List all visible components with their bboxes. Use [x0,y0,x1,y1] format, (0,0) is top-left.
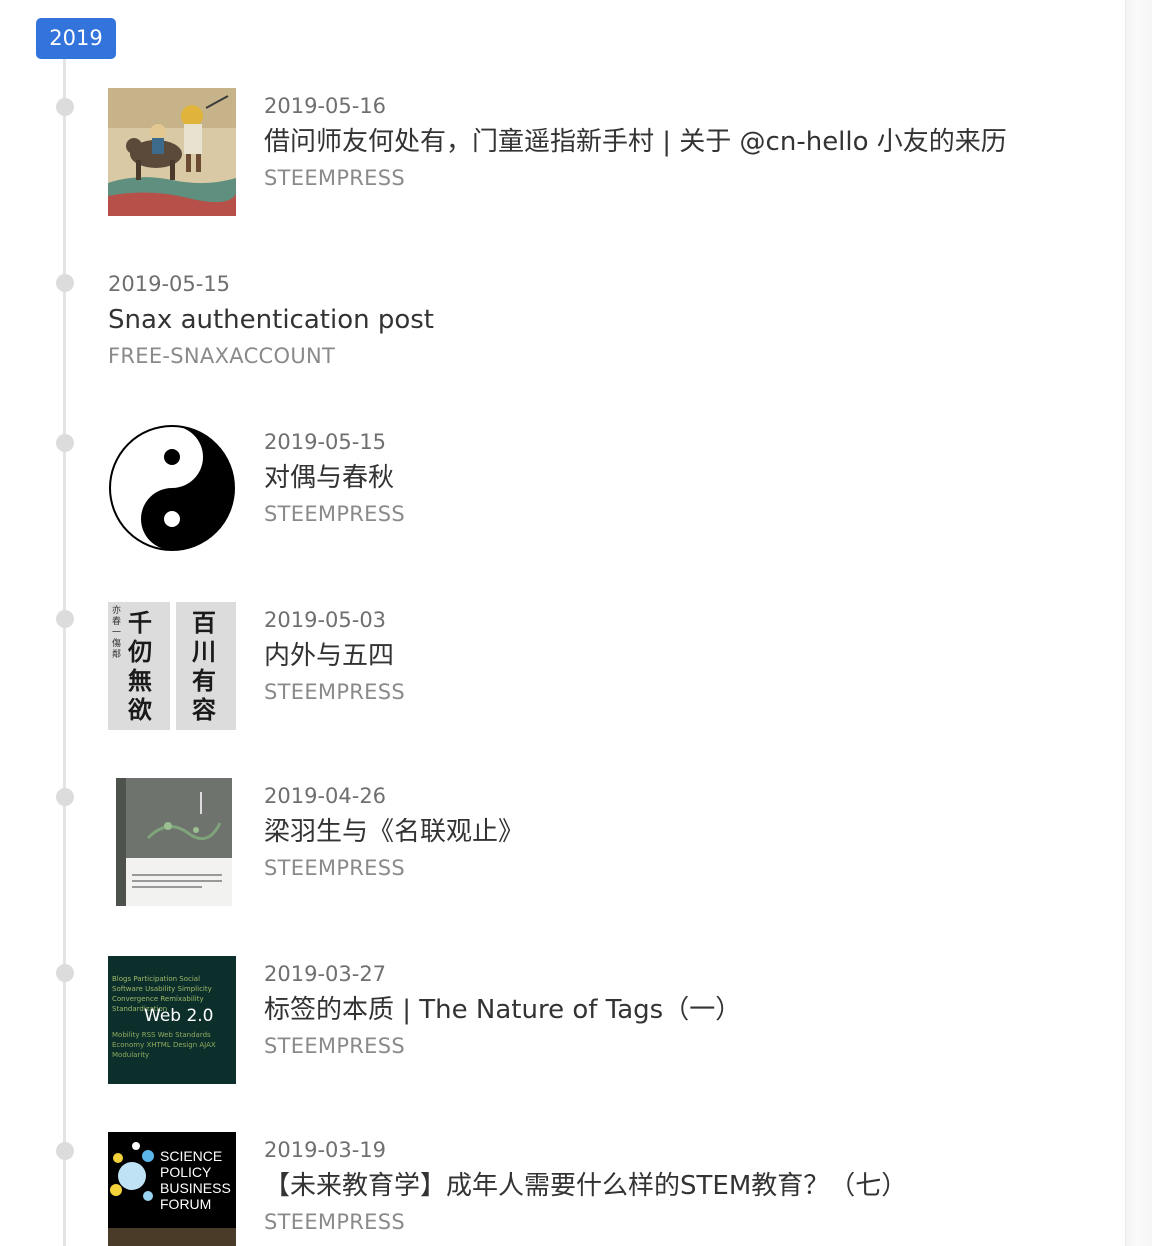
forum-label-2: POLICY [160,1164,212,1180]
timeline-dot [56,1142,74,1160]
forum-label-3: BUSINESS [160,1180,231,1196]
timeline-dot [56,788,74,806]
timeline-dot [56,610,74,628]
post-date: 2019-05-03 [264,608,387,632]
post-title-link[interactable]: 梁羽生与《名联观止》 [264,814,524,850]
post-tag[interactable]: FREE-SNAXACCOUNT [108,342,434,370]
post-tag[interactable]: STEEMPRESS [264,678,405,706]
page-scrollbar-edge [1125,0,1152,1246]
post-thumbnail-book[interactable] [108,778,236,906]
post-title-link[interactable]: 对偶与春秋 [264,460,405,496]
post-title-link[interactable]: Snax authentication post [108,302,434,338]
calligraphy-left-text: 千仞無欲 [128,608,152,724]
post-title-link[interactable]: 标签的本质 | The Nature of Tags（一） [264,992,741,1028]
post-date: 2019-05-15 [108,272,231,296]
web-2-0-label: Web 2.0 [144,1006,214,1026]
timeline-dot [56,434,74,452]
post-tag[interactable]: STEEMPRESS [264,854,524,882]
post-date: 2019-04-26 [264,784,387,808]
timeline-line [63,59,66,1246]
post-thumbnail-yin-yang[interactable] [108,424,236,552]
post-date: 2019-03-19 [264,1138,387,1162]
post-title-link[interactable]: 内外与五四 [264,638,405,674]
post-date: 2019-03-27 [264,962,387,986]
post-title-link[interactable]: 借问师友何处有，门童遥指新手村 | 关于 @cn-hello 小友的来历 [264,124,1007,160]
post-thumbnail-forum[interactable]: SCIENCE POLICY BUSINESS FORUM [108,1132,236,1246]
forum-label-4: FORUM [160,1196,212,1212]
year-badge[interactable]: 2019 [36,18,116,59]
timeline-dot [56,964,74,982]
post-tag[interactable]: STEEMPRESS [264,500,405,528]
timeline-dot [56,98,74,116]
post-date: 2019-05-15 [264,430,387,454]
post-date: 2019-05-16 [264,94,387,118]
post-tag[interactable]: STEEMPRESS [264,1032,741,1060]
forum-label-1: SCIENCE [160,1148,223,1164]
timeline-dot [56,274,74,292]
post-thumbnail-web-2-0[interactable]: Blogs Participation Social Software Usab… [108,956,236,1084]
post-thumbnail-painting[interactable] [108,88,236,216]
post-tag[interactable]: STEEMPRESS [264,1208,907,1236]
post-thumbnail-calligraphy[interactable]: 亦春一傷鄰 千仞無欲 百川有容 [108,602,236,730]
calligraphy-right-text: 百川有容 [192,608,216,724]
post-tag[interactable]: STEEMPRESS [264,164,1007,192]
post-title-link[interactable]: 【未来教育学】成年人需要什么样的STEM教育？（七） [264,1168,907,1204]
